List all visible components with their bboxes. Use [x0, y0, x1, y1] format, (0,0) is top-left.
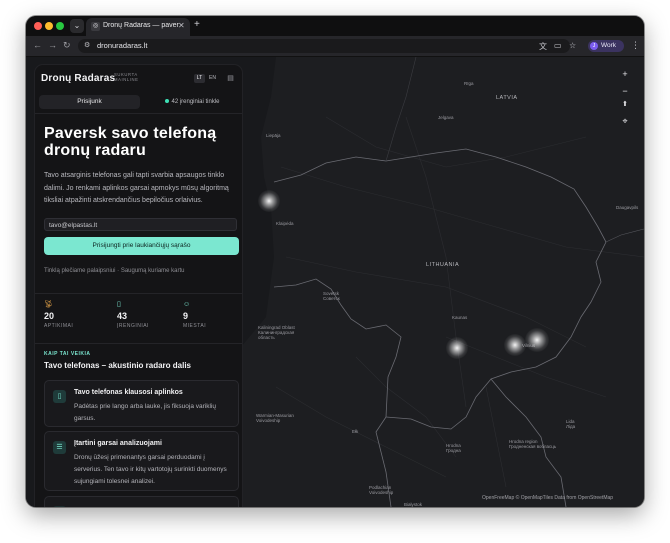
- step-text: Padėtas prie lango arba lauke, jis fiksu…: [74, 403, 216, 422]
- map-label-kaunas: Kaunas: [452, 315, 468, 320]
- browser-window: ⌄ ◎ Dronų Radaras — paversk sa... ✕ + ← …: [26, 16, 644, 507]
- stat-value: 43: [117, 311, 128, 321]
- step-title: Tavo telefonas klausosi aplinkos: [74, 389, 183, 396]
- divider: [35, 113, 242, 114]
- map-label-elk: Ełk: [352, 429, 359, 434]
- detection-glow-klaipeda[interactable]: [258, 190, 280, 212]
- tab-strip: ⌄ ◎ Dronų Radaras — paversk sa... ✕ +: [26, 16, 644, 36]
- radar-icon: 📡︎: [44, 301, 53, 308]
- hero-headline: Paversk savo telefoną dronų radaru: [44, 125, 217, 159]
- map-label-sovetsk: Sovetsk Советск: [323, 291, 340, 301]
- people-icon: ☺: [183, 301, 191, 308]
- site-settings-icon[interactable]: ⚙: [84, 42, 92, 50]
- stat-value: 20: [44, 311, 55, 321]
- join-waitlist-button[interactable]: Prisijungti prie laukiančiųjų sąrašo: [44, 237, 239, 255]
- locate-me-icon[interactable]: ⌖: [619, 115, 631, 127]
- cast-icon[interactable]: ▭: [554, 41, 562, 50]
- forward-icon[interactable]: →: [48, 40, 57, 50]
- bookmark-star-icon[interactable]: ☆: [569, 41, 576, 50]
- brand-sub-line2: MAINLINE: [114, 77, 139, 82]
- map-label-kaliningrad: Kaliningrad Oblast Калининградская облас…: [258, 325, 295, 340]
- email-input[interactable]: tavo@elpastas.lt: [44, 218, 237, 231]
- online-dot-icon: [165, 99, 170, 104]
- minimize-window-button[interactable]: [45, 22, 53, 30]
- server-icon: ☰: [53, 441, 66, 454]
- waveform-icon: ≈: [53, 506, 66, 507]
- step-title: Įtartini garsai analizuojami: [74, 440, 162, 447]
- address-url: dronuradaras.lt: [97, 41, 148, 50]
- phone-icon: ▯: [53, 390, 66, 403]
- step-text: Dronų ūžesį primenantys garsai perduodam…: [74, 454, 227, 485]
- map-label-warmian: Warmian-Masurian Voivodeship: [256, 413, 294, 423]
- map-label-klaipeda: Klaipėda: [276, 221, 294, 226]
- map-label-jelgava: Jelgava: [438, 115, 454, 120]
- browser-menu-icon[interactable]: ⋮: [631, 40, 640, 51]
- map-label-hrodna-region: Hrodna region Гродненская вобласць: [509, 439, 557, 449]
- profile-label: Work: [601, 42, 617, 49]
- tab-close-icon[interactable]: ✕: [178, 21, 185, 30]
- zoom-window-button[interactable]: [56, 22, 64, 30]
- back-icon[interactable]: ←: [33, 40, 42, 50]
- stat-label: MIESTAI: [183, 323, 207, 329]
- brand-subtitle: SUKURTA MAINLINE: [114, 72, 139, 82]
- map-label-bialystok: Białystok: [404, 502, 423, 507]
- stat-label: ĮRENGINIAI: [117, 323, 149, 329]
- sidebar-panel: Dronų Radaras SUKURTA MAINLINE LT EN ▤ P…: [35, 65, 242, 507]
- map-label-podlaskie: Podlachian Voivodeship: [369, 485, 394, 495]
- browser-toolbar: ← → ↻ ⚙ dronuradaras.lt 文 ▭ ☆ J Work ⋮: [26, 36, 644, 57]
- map-attribution[interactable]: OpenFreeMap © OpenMapTiles Data from Ope…: [482, 495, 613, 501]
- tab-search-icon[interactable]: ⌄: [70, 19, 84, 33]
- step-card: ▯ Tavo telefonas klausosi aplinkos Padėt…: [44, 380, 239, 427]
- new-tab-icon[interactable]: +: [194, 19, 200, 30]
- stat-label: APTIKIMAI: [44, 323, 74, 329]
- detection-glow-kaunas[interactable]: [446, 337, 468, 359]
- close-window-button[interactable]: [34, 22, 42, 30]
- section-kicker: KAIP TAI VEIKIA: [44, 351, 91, 357]
- step-card: ≈: [44, 496, 239, 507]
- stat-devices: ▯ 43 ĮRENGINIAI: [117, 301, 177, 330]
- network-note: Tinklą plečiame palaipsniui · Saugumą ku…: [44, 268, 185, 274]
- divider: [35, 343, 242, 344]
- profile-chip[interactable]: J Work: [588, 40, 624, 52]
- map-label-daugavpils: Daugavpils: [616, 205, 639, 210]
- hero-description: Tavo atsarginis telefonas gali tapti sva…: [44, 172, 229, 204]
- radar-favicon-icon: ◎: [91, 22, 100, 31]
- address-bar[interactable]: ⚙ dronuradaras.lt: [78, 39, 570, 53]
- info-panel-icon[interactable]: ▤: [225, 73, 236, 84]
- devices-label: 42 įrenginiai tinkle: [171, 99, 220, 105]
- compass-icon[interactable]: ⬆: [619, 99, 631, 111]
- section-title: Tavo telefonas – akustinio radaro dalis: [44, 361, 192, 370]
- map-label-lithuania: LITHUANIA: [426, 262, 460, 268]
- lang-en-button[interactable]: EN: [207, 74, 218, 83]
- lang-lt-button[interactable]: LT: [194, 74, 205, 83]
- map-label-riga: Rīga: [464, 81, 474, 86]
- map-label-liepaja: Liepāja: [266, 133, 281, 138]
- tab-title: Dronų Radaras — paversk sa...: [103, 22, 179, 29]
- devices-online-badge: 42 įrenginiai tinkle: [145, 95, 240, 109]
- map-label-lida: Lida Ліда: [566, 419, 576, 429]
- divider: [35, 293, 242, 294]
- brand-title: Dronų Radaras: [41, 73, 116, 84]
- reload-icon[interactable]: ↻: [63, 40, 71, 51]
- map-label-latvia: LATVIA: [496, 95, 518, 101]
- phone-icon: ▯: [117, 301, 121, 308]
- tab-active[interactable]: ◎ Dronų Radaras — paversk sa... ✕: [86, 18, 190, 36]
- stat-value: 9: [183, 311, 189, 321]
- map-label-hrodna: Hrodna Гродна: [446, 443, 461, 453]
- login-button[interactable]: Prisijunk: [39, 95, 140, 109]
- profile-avatar: J: [590, 42, 598, 50]
- stat-detections: 📡︎ 20 APTIKIMAI: [44, 301, 104, 330]
- zoom-out-icon[interactable]: −: [619, 85, 631, 97]
- detection-glow-vilnius-west[interactable]: [504, 334, 526, 356]
- step-card: ☰ Įtartini garsai analizuojami Dronų ūže…: [44, 431, 239, 491]
- stat-cities: ☺ 9 MIESTAI: [183, 301, 242, 330]
- zoom-in-icon[interactable]: +: [619, 68, 631, 80]
- detection-glow-vilnius[interactable]: [525, 328, 549, 352]
- translate-icon[interactable]: 文: [539, 41, 547, 52]
